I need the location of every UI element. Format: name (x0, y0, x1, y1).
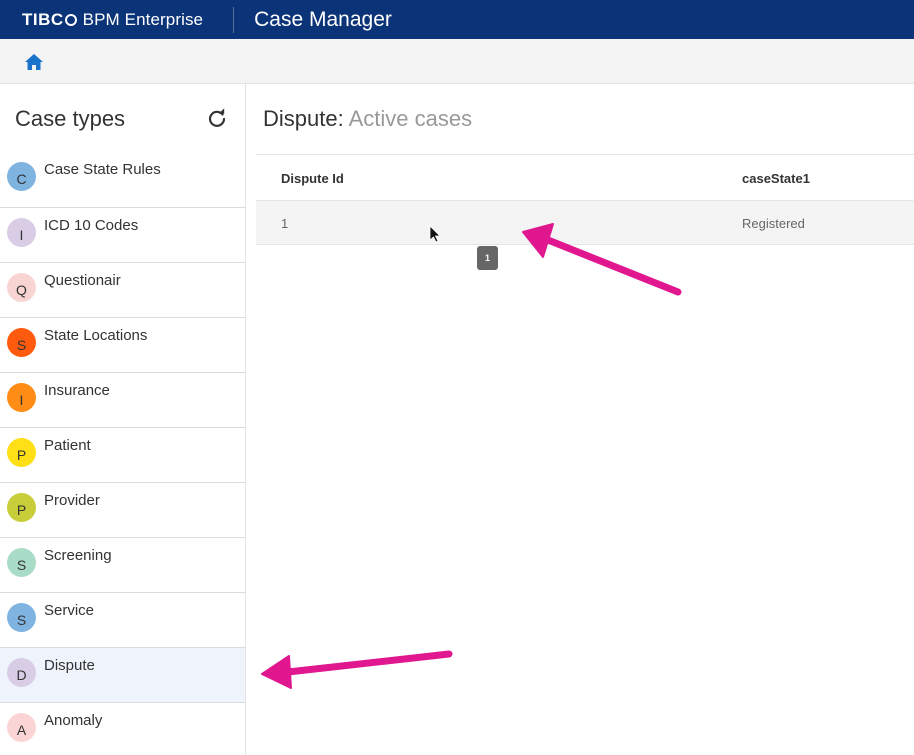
page-title: Dispute: Active cases (263, 106, 472, 132)
sidebar-item-label: Dispute (44, 657, 95, 674)
sidebar-item-label: Anomaly (44, 712, 103, 729)
sidebar-item-service[interactable]: S Service (0, 592, 245, 647)
sidebar-item-label: Questionair (44, 272, 121, 289)
page-title-view: Active cases (348, 106, 473, 131)
sidebar-item-case-state-rules[interactable]: C Case State Rules (0, 152, 245, 207)
header-divider (233, 6, 235, 33)
brand-logo: TIBC BPM Enterprise (22, 10, 203, 30)
sidebar-item-label: Service (44, 602, 95, 619)
brand-logo-text: TIBC (22, 9, 64, 29)
case-type-list: C Case State Rules I ICD 10 Codes Q Questiona… (0, 152, 245, 755)
sidebar-item-label: Screening (44, 547, 112, 564)
case-type-avatar: Q (7, 273, 36, 302)
case-type-avatar: S (7, 328, 36, 357)
case-type-avatar: I (7, 383, 36, 412)
sidebar-item-label: ICD 10 Codes (44, 217, 139, 234)
app-title: Case Manager (254, 7, 392, 31)
refresh-icon[interactable] (207, 108, 227, 128)
case-type-avatar: C (7, 162, 36, 191)
sidebar-item-screening[interactable]: S Screening (0, 537, 245, 592)
breadcrumb-bar (0, 39, 914, 84)
sidebar-item-label: Provider (44, 492, 100, 509)
brand-product-name: BPM Enterprise (82, 9, 204, 29)
sidebar-item-icd-10-codes[interactable]: I ICD 10 Codes (0, 207, 245, 262)
table-header: Dispute Id caseState1 (256, 154, 914, 200)
sidebar-item-anomaly[interactable]: A Anomaly (0, 702, 245, 755)
page-title-case-type: Dispute: (263, 106, 344, 131)
sidebar-item-patient[interactable]: P Patient (0, 427, 245, 482)
globe-icon (64, 13, 77, 26)
sidebar-item-questionair[interactable]: Q Questionair (0, 262, 245, 317)
case-type-avatar: S (7, 548, 36, 577)
main-content: Dispute: Active cases Dispute Id caseSta… (247, 84, 914, 755)
top-navigation-bar: TIBC BPM Enterprise Case Manager (0, 0, 914, 39)
cell-case-state: Registered (742, 216, 805, 231)
case-type-avatar: P (7, 438, 36, 467)
home-icon[interactable] (24, 53, 44, 71)
case-types-sidebar: Case types C Case State Rules I ICD 10 Code… (0, 84, 246, 755)
case-type-avatar: S (7, 603, 36, 632)
sidebar-item-label: Case State Rules (44, 161, 161, 178)
case-type-avatar: A (7, 713, 36, 742)
case-type-avatar: I (7, 218, 36, 247)
sidebar-item-insurance[interactable]: I Insurance (0, 372, 245, 427)
case-type-avatar: D (7, 658, 36, 687)
sidebar-item-label: Insurance (44, 382, 110, 399)
sidebar-item-state-locations[interactable]: S State Locations (0, 317, 245, 372)
sidebar-title: Case types (15, 106, 126, 131)
cell-dispute-id: 1 (281, 216, 289, 231)
sidebar-header: Case types (0, 84, 245, 152)
sidebar-item-provider[interactable]: P Provider (0, 482, 245, 537)
sidebar-item-dispute[interactable]: D Dispute (0, 647, 245, 702)
sidebar-item-label: State Locations (44, 327, 148, 344)
sidebar-item-label: Patient (44, 437, 91, 454)
pagination-page-button[interactable]: 1 (477, 246, 498, 270)
cases-table: Dispute Id caseState1 1 Registered (256, 154, 914, 245)
table-row[interactable]: 1 Registered (256, 200, 914, 245)
column-header-dispute-id[interactable]: Dispute Id (281, 171, 344, 186)
column-header-case-state[interactable]: caseState1 (742, 171, 810, 186)
case-type-avatar: P (7, 493, 36, 522)
